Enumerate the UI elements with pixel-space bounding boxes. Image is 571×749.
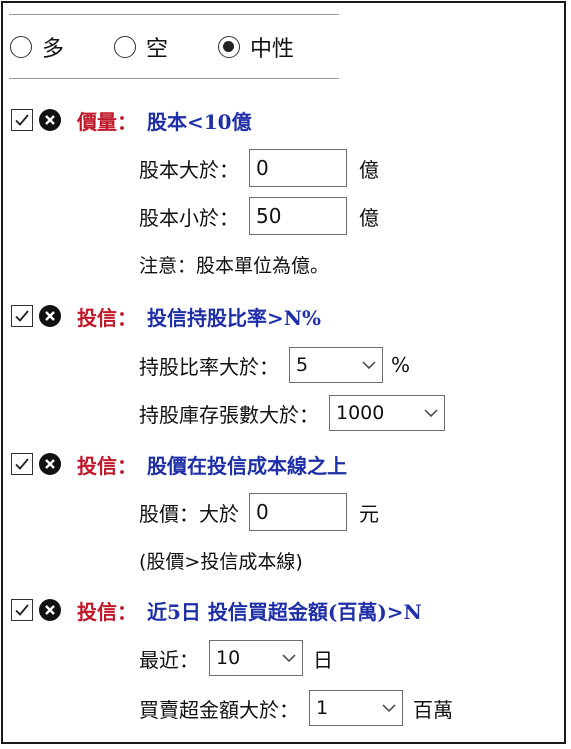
field-label: 持股比率大於： [139,354,279,379]
remove-condition-icon[interactable] [39,305,61,327]
field-unit: 億 [359,205,379,230]
condition-title: 近5日 投信買超金額(百萬)>N [147,599,422,624]
condition-header: 投信： 股價在投信成本線之上 [11,449,347,479]
divider [9,14,339,15]
radio-neutral-label: 中性 [250,37,295,62]
radio-long-circle[interactable] [10,36,32,58]
radio-long-label: 多 [42,37,65,62]
field-unit: 億 [359,157,379,182]
select-value: 1 [316,697,329,719]
field-unit: 百萬 [413,697,453,722]
condition-title: 投信持股比率>N% [147,305,322,330]
direction-radio-group: 多 空 中性 [10,29,316,65]
price-min-input[interactable]: 0 [249,493,347,531]
condition-category: 價量： [77,109,137,134]
field-row: 最近： 10 日 [139,639,333,677]
radio-long[interactable]: 多 [10,31,64,63]
net-buy-amount-select[interactable]: 1 [309,690,403,726]
condition-note: (股價>投信成本線) [139,550,303,573]
field-label: 股本小於： [139,205,239,230]
field-label: 持股庫存張數大於： [139,402,319,427]
condition-checkbox[interactable] [11,109,33,131]
condition-title: 股價在投信成本線之上 [147,453,347,478]
select-value: 5 [296,354,309,376]
chevron-down-icon [362,360,376,369]
field-row: 股價：大於 0 元 [139,493,379,531]
condition-checkbox[interactable] [11,599,33,621]
radio-short-label: 空 [146,37,169,62]
field-label: 股本大於： [139,157,239,182]
field-label: 最近： [139,647,199,672]
filter-panel: 多 空 中性 價量： 股本<10億 股本大於： 0 億 股本小於： 50 億 注… [1,1,566,744]
condition-header: 價量： 股本<10億 [11,105,252,135]
condition-checkbox[interactable] [11,453,33,475]
field-unit: 元 [359,501,379,526]
holding-ratio-select[interactable]: 5 [289,347,383,383]
recent-days-select[interactable]: 10 [209,640,303,676]
field-unit: % [391,353,411,377]
remove-condition-icon[interactable] [39,453,61,475]
radio-short[interactable]: 空 [114,31,168,63]
select-value: 1000 [336,402,385,424]
field-unit: 日 [313,647,333,672]
field-row: 買賣超金額大於： 1 百萬 [139,689,453,727]
capital-max-input[interactable]: 50 [249,197,347,235]
chevron-down-icon [382,703,396,712]
condition-category: 投信： [77,305,137,330]
field-row: 持股庫存張數大於： 1000 [139,394,445,432]
field-label: 買賣超金額大於： [139,697,299,722]
remove-condition-icon[interactable] [39,109,61,131]
field-row: 持股比率大於： 5 % [139,346,410,384]
field-row: 股本大於： 0 億 [139,149,379,187]
checkmark-icon [15,604,29,616]
radio-neutral[interactable]: 中性 [218,31,294,63]
checkmark-icon [15,114,29,126]
condition-note: 注意：股本單位為億。 [139,254,330,277]
checkmark-icon [15,310,29,322]
divider [9,78,339,79]
capital-min-input[interactable]: 0 [249,149,347,187]
remove-condition-icon[interactable] [39,599,61,621]
radio-short-circle[interactable] [114,36,137,58]
holding-shares-select[interactable]: 1000 [329,395,445,431]
select-value: 10 [216,647,241,669]
condition-title: 股本<10億 [147,109,252,134]
chevron-down-icon [282,653,296,662]
radio-neutral-circle[interactable] [218,36,241,58]
condition-category: 投信： [77,599,137,624]
condition-checkbox[interactable] [11,305,33,327]
field-row: 股本小於： 50 億 [139,197,379,235]
chevron-down-icon [424,408,438,417]
condition-category: 投信： [77,453,137,478]
condition-header: 投信： 投信持股比率>N% [11,301,321,331]
field-label: 股價：大於 [139,501,239,526]
condition-header: 投信： 近5日 投信買超金額(百萬)>N [11,595,422,625]
checkmark-icon [15,458,29,470]
